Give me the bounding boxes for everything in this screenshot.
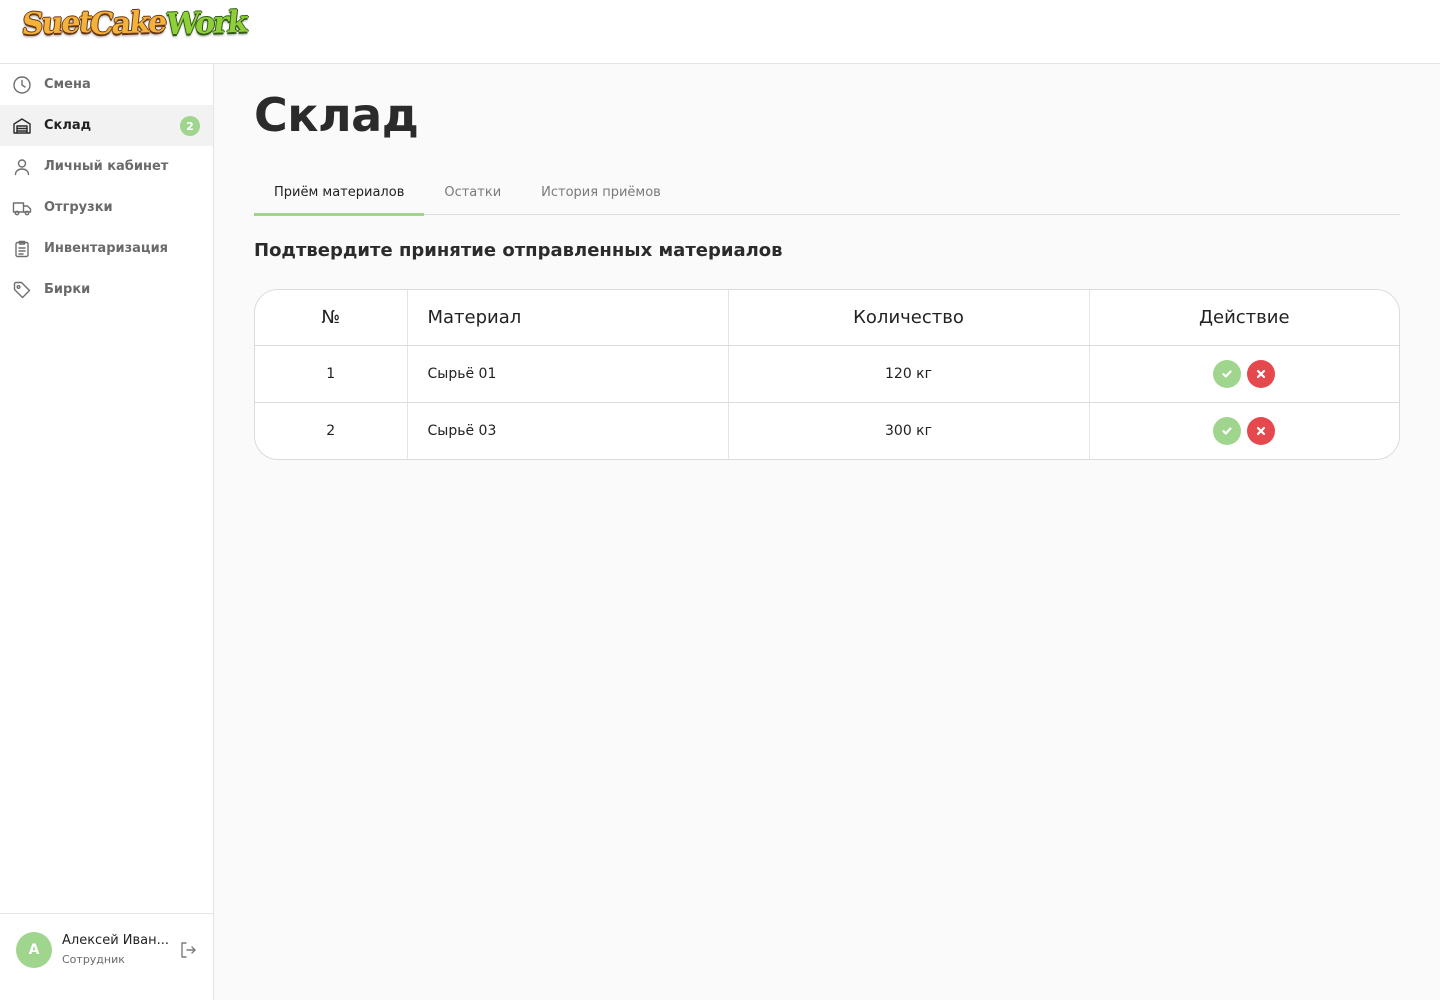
tab-bar: Приём материалов Остатки История приёмов	[254, 170, 1400, 216]
close-icon	[1257, 426, 1266, 435]
page-title: Склад	[254, 88, 419, 142]
materials-table: № Материал Количество Действие 1 Сырьё 0…	[254, 289, 1400, 460]
reject-button[interactable]	[1247, 359, 1276, 388]
logo-word-work: Work	[163, 4, 248, 43]
logo-word-cake: Cake	[88, 4, 168, 43]
tab-receiving-history[interactable]: История приёмов	[521, 170, 681, 214]
column-header-quantity: Количество	[728, 290, 1090, 346]
sidebar-item-label: Смена	[44, 77, 91, 92]
user-role: Сотрудник	[62, 953, 125, 966]
sidebar-item-inventory[interactable]: Инвентаризация	[0, 228, 213, 269]
user-panel: А Алексей Иван... Сотрудник	[0, 913, 213, 1000]
table-row: 1 Сырьё 01 120 кг	[255, 345, 1399, 403]
sidebar-item-tags[interactable]: Бирки	[0, 269, 213, 310]
cell-number: 2	[255, 402, 408, 459]
column-header-number: №	[255, 290, 408, 346]
sidebar-item-warehouse[interactable]: Склад 2	[0, 105, 213, 146]
warehouse-icon	[12, 116, 32, 136]
check-icon	[1222, 427, 1232, 435]
sidebar-item-shipments[interactable]: Отгрузки	[0, 187, 213, 228]
truck-icon	[12, 198, 32, 218]
table-header-row: № Материал Количество Действие	[255, 290, 1399, 346]
sidebar-item-label: Личный кабинет	[44, 159, 169, 174]
avatar[interactable]: А	[16, 932, 52, 968]
main-content: Склад Приём материалов Остатки История п…	[214, 64, 1440, 1000]
clock-icon	[12, 75, 32, 95]
cell-actions	[1089, 345, 1399, 403]
sidebar: Смена Склад 2 Личный кабинет Отгрузки Ин…	[0, 64, 214, 1000]
top-bar: Suet Cake Work	[0, 0, 1440, 64]
check-icon	[1222, 369, 1232, 378]
clipboard-icon	[12, 239, 32, 259]
cell-material: Сырьё 03	[407, 402, 729, 459]
reject-button[interactable]	[1247, 416, 1276, 445]
logo-word-suet: Suet	[20, 4, 93, 43]
user-icon	[12, 157, 32, 177]
cell-material: Сырьё 01	[407, 345, 729, 403]
sidebar-item-label: Бирки	[44, 282, 91, 297]
sidebar-item-shift[interactable]: Смена	[0, 64, 213, 105]
cell-number: 1	[255, 345, 408, 403]
tab-stock[interactable]: Остатки	[424, 170, 521, 214]
cell-quantity: 300 кг	[728, 402, 1090, 459]
tag-icon	[12, 280, 32, 300]
cell-actions	[1089, 402, 1399, 459]
accept-button[interactable]	[1213, 359, 1242, 388]
cell-quantity: 120 кг	[728, 345, 1090, 403]
section-title: Подтвердите принятие отправленных матери…	[254, 240, 783, 261]
warehouse-count-badge: 2	[180, 116, 200, 136]
column-header-material: Материал	[407, 290, 729, 346]
sidebar-item-label: Инвентаризация	[44, 241, 169, 256]
tab-receiving[interactable]: Приём материалов	[254, 170, 425, 216]
sidebar-item-profile[interactable]: Личный кабинет	[0, 146, 213, 187]
sidebar-item-label: Склад	[44, 118, 92, 133]
column-header-action: Действие	[1089, 290, 1399, 346]
logout-icon[interactable]	[178, 940, 198, 960]
table-row: 2 Сырьё 03 300 кг	[255, 402, 1399, 459]
sidebar-item-label: Отгрузки	[44, 200, 113, 215]
app-logo[interactable]: Suet Cake Work	[20, 2, 248, 46]
user-name: Алексей Иван...	[62, 933, 170, 948]
close-icon	[1257, 369, 1266, 378]
accept-button[interactable]	[1213, 416, 1242, 445]
